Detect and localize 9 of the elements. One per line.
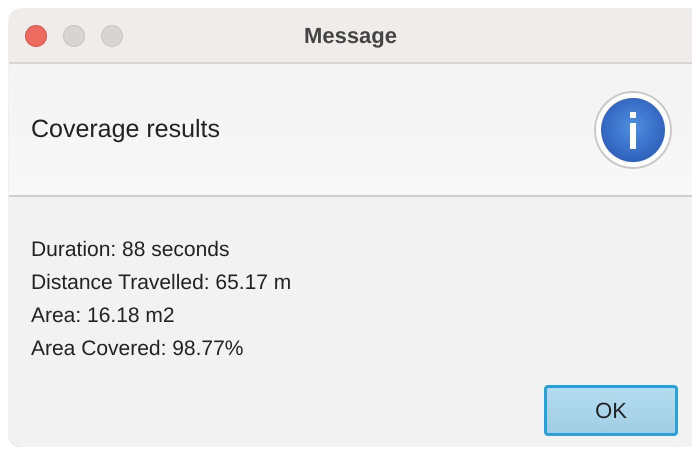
- result-text: Distance Travelled: 65.17 m: [31, 270, 292, 296]
- result-text: Area: 16.18 m2: [31, 303, 176, 329]
- close-button[interactable]: [25, 24, 47, 46]
- header-text: Coverage results: [31, 115, 220, 144]
- result-text: Duration: 88 seconds: [31, 237, 230, 263]
- window-title: Message: [304, 22, 397, 48]
- result-text: Area Covered: 98.77%: [31, 336, 244, 362]
- ok-button[interactable]: OK: [544, 385, 678, 436]
- info-icon: [593, 90, 673, 170]
